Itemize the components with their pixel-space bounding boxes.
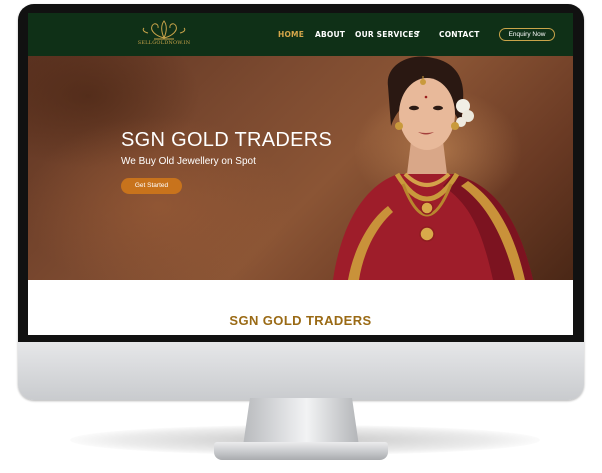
nav-contact[interactable]: CONTACT [439,30,480,39]
hero-subtitle: We Buy Old Jewellery on Spot [121,156,256,167]
section-title: SGN GOLD TRADERS [229,313,372,328]
monitor-stand [243,398,359,446]
chevron-down-icon[interactable] [416,31,420,34]
monitor-base [214,442,388,460]
nav-home[interactable]: HOME [278,30,304,39]
nav-about[interactable]: ABOUT [315,30,345,39]
logo-text: SELLGOLDNOW.IN [137,40,191,46]
enquiry-now-button[interactable]: Enquiry Now [499,28,555,41]
navbar: SELLGOLDNOW.IN HOME ABOUT OUR SERVICES C… [28,13,573,56]
website-screen: SELLGOLDNOW.IN HOME ABOUT OUR SERVICES C… [28,13,573,335]
model-photo [333,56,533,280]
nav-our-services[interactable]: OUR SERVICES [355,30,419,39]
site-logo[interactable]: SELLGOLDNOW.IN [136,19,192,51]
hero-banner: SGN GOLD TRADERS We Buy Old Jewellery on… [28,56,573,280]
ornament-logo-icon [142,20,186,40]
get-started-button[interactable]: Get Started [121,178,182,194]
monitor-chin [18,342,584,400]
